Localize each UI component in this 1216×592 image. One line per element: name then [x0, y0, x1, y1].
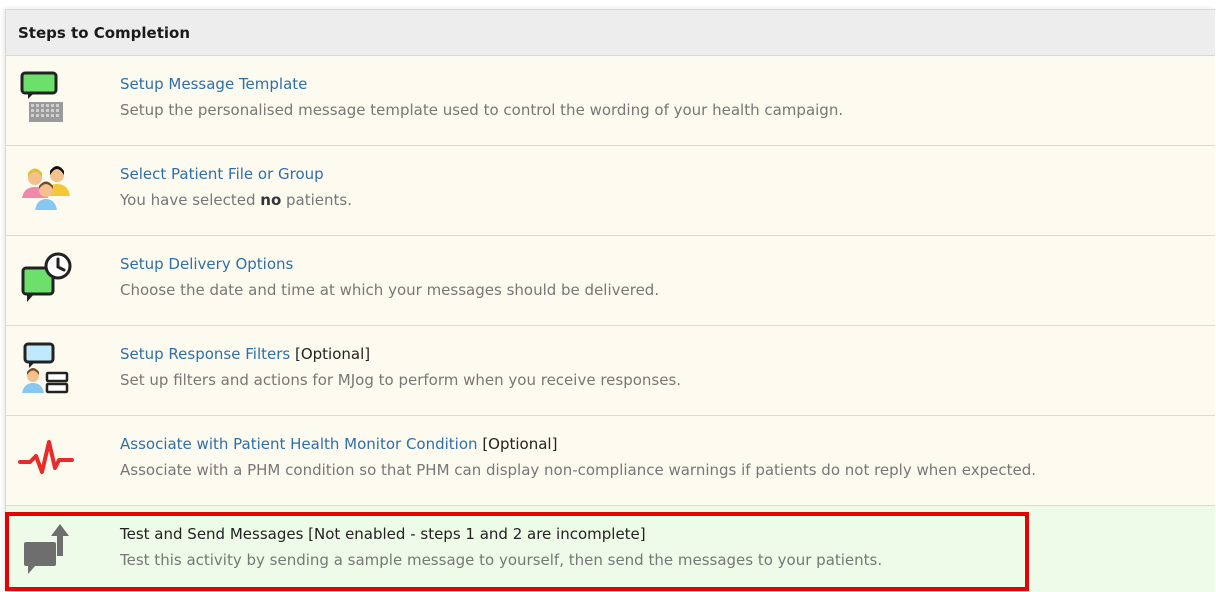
step-description: Set up filters and actions for MJog to p…: [120, 371, 682, 389]
optional-label: [Optional]: [290, 345, 371, 363]
step-description: Choose the date and time at which your m…: [120, 281, 660, 299]
delivery-clock-icon: [18, 250, 74, 306]
response-filters-icon: [18, 340, 74, 396]
step-description: Associate with a PHM condition so that P…: [120, 461, 1037, 479]
step-title-link[interactable]: Associate with Patient Health Monitor Co…: [120, 435, 478, 453]
step-test-send: Test and Send Messages [Not enabled - st…: [6, 506, 1215, 592]
step-description: You have selected no patients.: [120, 190, 1215, 210]
description-emphasis: no: [260, 191, 282, 209]
step-title-link[interactable]: Setup Message Template: [120, 75, 307, 93]
panel-title: Steps to Completion: [18, 23, 191, 42]
step-message-template: Setup Message Template Setup the persona…: [6, 56, 1215, 146]
panel-header: Steps to Completion: [6, 10, 1215, 56]
patients-group-icon: [18, 160, 74, 216]
send-message-icon: [18, 520, 74, 576]
step-title-link[interactable]: Setup Delivery Options: [120, 255, 293, 273]
step-phm-condition: Associate with Patient Health Monitor Co…: [6, 416, 1215, 506]
optional-label: [Optional]: [477, 435, 558, 453]
steps-panel: Steps to Completion Setup Message Templa…: [5, 9, 1215, 592]
heartbeat-icon: [18, 430, 74, 486]
step-description: Test this activity by sending a sample m…: [120, 551, 883, 569]
step-select-patients: Select Patient File or Group You have se…: [6, 146, 1215, 236]
step-title-link[interactable]: Setup Response Filters: [120, 345, 290, 363]
step-description: Setup the personalised message template …: [120, 101, 844, 119]
step-title-link[interactable]: Select Patient File or Group: [120, 165, 324, 183]
step-response-filters: Setup Response Filters [Optional] Set up…: [6, 326, 1215, 416]
description-text: You have selected: [120, 191, 261, 209]
step-title-disabled: Test and Send Messages [Not enabled - st…: [120, 525, 646, 543]
description-text: patients.: [281, 191, 352, 209]
message-template-icon: [18, 70, 74, 126]
step-delivery-options: Setup Delivery Options Choose the date a…: [6, 236, 1215, 326]
